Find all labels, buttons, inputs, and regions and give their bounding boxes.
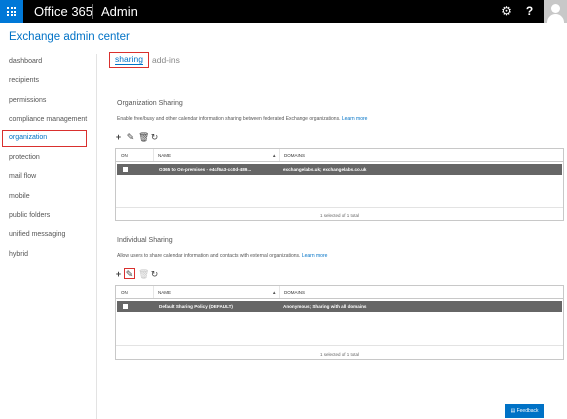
feedback-button[interactable]: ▤ Feedback: [505, 404, 544, 418]
row-domains: Anonymous; Sharing with all domains: [283, 304, 367, 309]
page-title: Exchange admin center: [9, 31, 130, 43]
org-sharing-description: Enable free/busy and other calendar info…: [117, 116, 367, 122]
sidebar-item-hybrid[interactable]: hybrid: [0, 245, 95, 264]
sidebar-item-protection[interactable]: protection: [0, 148, 95, 167]
ind-sharing-description-text: Allow users to share calendar informatio…: [117, 253, 301, 259]
column-on[interactable]: ON: [121, 153, 128, 158]
topbar-divider: [92, 4, 93, 19]
gear-icon[interactable]: ⚙: [495, 0, 518, 23]
org-sharing-description-text: Enable free/busy and other calendar info…: [117, 116, 341, 122]
row-name: Default Sharing Policy (DEFAULT): [159, 304, 233, 309]
tab-sharing-label: sharing: [115, 54, 143, 65]
sort-ascending-icon: ▲: [272, 153, 277, 158]
sidebar-item-public-folders[interactable]: public folders: [0, 206, 95, 225]
row-name: O365 to On-premises - e4cf6a3-cc0d-489..…: [159, 167, 252, 172]
tab-sharing[interactable]: sharing: [109, 52, 149, 68]
app-title[interactable]: Admin: [101, 4, 138, 19]
avatar[interactable]: [544, 0, 567, 23]
top-bar: Office 365 Admin ⚙ ?: [0, 0, 567, 23]
column-domains[interactable]: DOMAINS: [284, 290, 305, 295]
edit-icon[interactable]: ✎: [126, 132, 135, 142]
feedback-icon: ▤: [510, 408, 516, 414]
sidebar-item-dashboard[interactable]: dashboard: [0, 52, 95, 71]
checkbox-checked[interactable]: [123, 304, 128, 309]
sidebar-item-permissions[interactable]: permissions: [0, 91, 95, 110]
app-launcher-icon[interactable]: [0, 0, 23, 23]
grid-header: ON NAME ▲ DOMAINS: [116, 286, 563, 299]
brand-title[interactable]: Office 365: [34, 4, 93, 19]
left-nav: dashboard recipients permissions complia…: [0, 52, 95, 264]
sidebar-item-organization[interactable]: organization: [2, 130, 87, 148]
table-row[interactable]: O365 to On-premises - e4cf6a3-cc0d-489..…: [117, 164, 562, 175]
column-name[interactable]: NAME: [158, 153, 171, 158]
ind-sharing-learn-more-link[interactable]: Learn more: [302, 253, 328, 259]
delete-icon: 🗑: [138, 269, 150, 279]
sidebar-item-compliance-management[interactable]: compliance management: [0, 110, 95, 129]
refresh-icon[interactable]: ↻: [150, 269, 159, 279]
help-icon[interactable]: ?: [518, 0, 541, 23]
checkbox-checked[interactable]: [123, 167, 128, 172]
column-domains[interactable]: DOMAINS: [284, 153, 305, 158]
row-domains: exchangelabs.uk; exchangelabs.co.uk: [283, 167, 367, 172]
nav-divider: [96, 54, 97, 419]
refresh-icon[interactable]: ↻: [150, 132, 159, 142]
sidebar-item-recipients[interactable]: recipients: [0, 71, 95, 90]
ind-sharing-title: Individual Sharing: [117, 237, 173, 244]
org-sharing-grid: ON NAME ▲ DOMAINS O365 to On-premises - …: [115, 148, 564, 221]
sidebar-item-mobile[interactable]: mobile: [0, 187, 95, 206]
sidebar-item-mail-flow[interactable]: mail flow: [0, 167, 95, 186]
grid-header: ON NAME ▲ DOMAINS: [116, 149, 563, 162]
column-on[interactable]: ON: [121, 290, 128, 295]
ind-sharing-description: Allow users to share calendar informatio…: [117, 253, 327, 259]
grid-status: 1 selected of 1 total: [319, 352, 360, 357]
sidebar-item-unified-messaging[interactable]: unified messaging: [0, 225, 95, 244]
feedback-label: Feedback: [516, 408, 539, 414]
org-sharing-title: Organization Sharing: [117, 100, 183, 107]
edit-icon[interactable]: ✎: [125, 269, 134, 279]
column-name[interactable]: NAME: [158, 290, 171, 295]
sort-ascending-icon: ▲: [272, 290, 277, 295]
org-sharing-learn-more-link[interactable]: Learn more: [342, 116, 368, 122]
add-icon[interactable]: +: [114, 269, 123, 279]
table-row[interactable]: Default Sharing Policy (DEFAULT) Anonymo…: [117, 301, 562, 312]
grid-status: 1 selected of 1 total: [319, 213, 360, 218]
add-icon[interactable]: +: [114, 132, 123, 142]
delete-icon[interactable]: 🗑: [138, 132, 149, 142]
tab-add-ins[interactable]: add-ins: [152, 55, 180, 65]
ind-sharing-grid: ON NAME ▲ DOMAINS Default Sharing Policy…: [115, 285, 564, 360]
